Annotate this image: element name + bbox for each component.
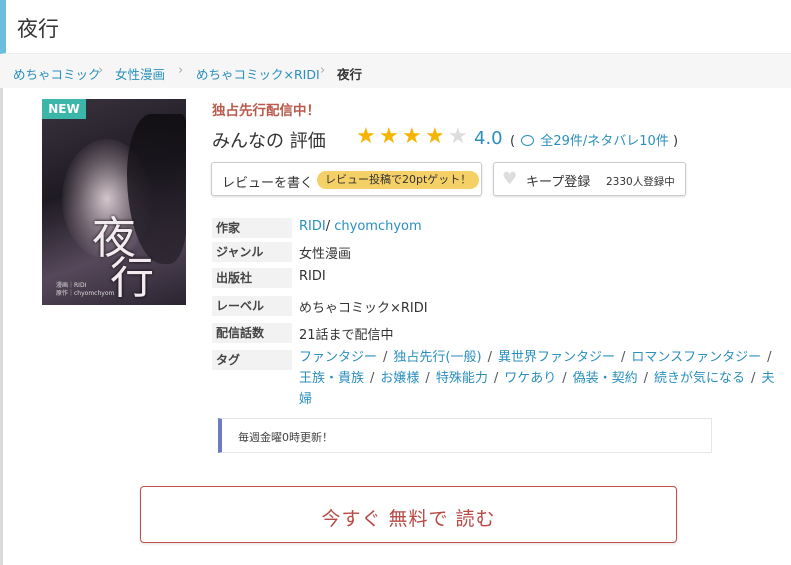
exclusive-label: 独占先行配信中！ xyxy=(212,103,320,119)
breadcrumb-item-ridi[interactable]: めちゃコミック×RIDI xyxy=(196,64,320,83)
new-badge: NEW xyxy=(42,99,86,119)
keep-label: キープ登録 xyxy=(526,175,591,190)
tag-link[interactable]: 偽装・契約 xyxy=(573,371,638,386)
breadcrumb-item-mechacomic[interactable]: めちゃコミック xyxy=(13,64,101,83)
tag-link[interactable]: 独占先行(一般) xyxy=(393,350,481,365)
tag-link[interactable]: 特殊能力 xyxy=(436,371,488,386)
info-label-author: 作家 xyxy=(212,218,292,238)
rating-label: みんなの 評価 xyxy=(212,131,326,152)
read-free-button[interactable]: 今すぐ 無料で 読む xyxy=(140,486,677,543)
tag-separator: / xyxy=(767,350,772,365)
chevron-right-icon: › xyxy=(320,63,326,78)
tag-separator: / xyxy=(487,350,492,365)
breadcrumb: めちゃコミック › 女性漫画 › めちゃコミック×RIDI › 夜行 xyxy=(0,54,791,88)
tag-separator: / xyxy=(425,371,430,386)
star-empty-icon: ★ xyxy=(448,124,468,149)
speech-bubble-icon xyxy=(521,135,535,146)
genre-link[interactable]: 女性漫画 xyxy=(299,243,351,262)
author-separator: / xyxy=(325,219,331,234)
tag-link[interactable]: 王族・貴族 xyxy=(299,371,364,386)
review-count-link[interactable]: 全29件/ネタバレ10件 xyxy=(540,134,668,149)
breadcrumb-item-josei[interactable]: 女性漫画 xyxy=(115,64,165,83)
info-value-author: RIDI/ chyomchyom xyxy=(299,219,422,234)
breadcrumb-item-current: 夜行 xyxy=(337,67,363,82)
tag-separator: / xyxy=(383,350,388,365)
read-free-label: 今すぐ 無料で 読む xyxy=(321,508,496,530)
cover-credit-art: 漫画｜RIDI xyxy=(56,282,87,289)
star-filled-icon: ★ xyxy=(402,124,422,149)
author-link-ridi[interactable]: RIDI xyxy=(299,219,326,234)
info-label-label: レーベル xyxy=(212,296,292,316)
page-header: 夜行 xyxy=(0,0,791,54)
info-label-tags: タグ xyxy=(212,350,292,370)
keep-button[interactable]: ♥ キープ登録 2330人登録中 xyxy=(493,162,686,196)
heart-icon: ♥ xyxy=(502,169,518,189)
tag-list: ファンタジー / 独占先行(一般) / 異世界ファンタジー / ロマンスファンタジー / 王族・… xyxy=(299,347,779,410)
tag-separator: / xyxy=(751,371,756,386)
info-label-genre: ジャンル xyxy=(212,242,292,262)
cover-credits: 漫画｜RIDI 原作｜chyomchyom xyxy=(56,282,114,298)
update-notice-text: 毎週金曜0時更新！ xyxy=(238,431,333,444)
tag-separator: / xyxy=(620,350,626,365)
publisher-link[interactable]: RIDI xyxy=(299,269,326,284)
tag-link[interactable]: 異世界ファンタジー xyxy=(498,350,615,365)
star-filled-icon: ★ xyxy=(425,124,445,149)
chevron-right-icon: › xyxy=(98,63,104,78)
tag-separator: / xyxy=(643,371,649,386)
rating-score: 4.0 xyxy=(474,128,503,149)
content-divider xyxy=(0,88,3,565)
tag-link[interactable]: お嬢様 xyxy=(380,371,419,386)
review-promo-badge: レビュー投稿で20ptゲット！ xyxy=(317,171,480,189)
book-cover[interactable]: 夜 行 漫画｜RIDI 原作｜chyomchyom xyxy=(42,99,186,305)
tag-link[interactable]: 続きが気になる xyxy=(654,371,745,386)
tag-separator: / xyxy=(370,371,375,386)
update-notice: 毎週金曜0時更新！ xyxy=(218,418,712,453)
star-filled-icon: ★ xyxy=(356,124,376,149)
cover-title-char-2: 行 xyxy=(110,253,154,304)
review-summary: ( 全29件/ネタバレ10件 ) xyxy=(510,130,678,149)
review-paren-open: ( xyxy=(510,134,516,149)
keep-count: 2330人登録中 xyxy=(606,176,675,188)
chevron-right-icon: › xyxy=(178,63,184,78)
info-value-episodes: 21話まで配信中 xyxy=(299,328,394,343)
info-label-publisher: 出版社 xyxy=(212,268,292,288)
tag-link[interactable]: ワケあり xyxy=(504,371,556,386)
author-link-chyomchyom[interactable]: chyomchyom xyxy=(334,219,421,234)
tag-separator: / xyxy=(562,371,567,386)
tag-link[interactable]: ファンタジー xyxy=(299,350,377,365)
info-label-episodes: 配信話数 xyxy=(212,323,292,343)
label-link[interactable]: めちゃコミック×RIDI xyxy=(299,297,428,316)
tag-link[interactable]: ロマンスファンタジー xyxy=(631,350,761,365)
write-review-button[interactable]: レビューを書く レビュー投稿で20ptゲット！ xyxy=(211,162,482,196)
star-filled-icon: ★ xyxy=(379,124,399,149)
page-title: 夜行 xyxy=(17,17,59,41)
review-paren-close: ) xyxy=(672,134,679,149)
tag-separator: / xyxy=(493,371,499,386)
write-review-label: レビューを書く xyxy=(222,176,314,191)
cover-credit-story: 原作｜chyomchyom xyxy=(56,290,115,297)
